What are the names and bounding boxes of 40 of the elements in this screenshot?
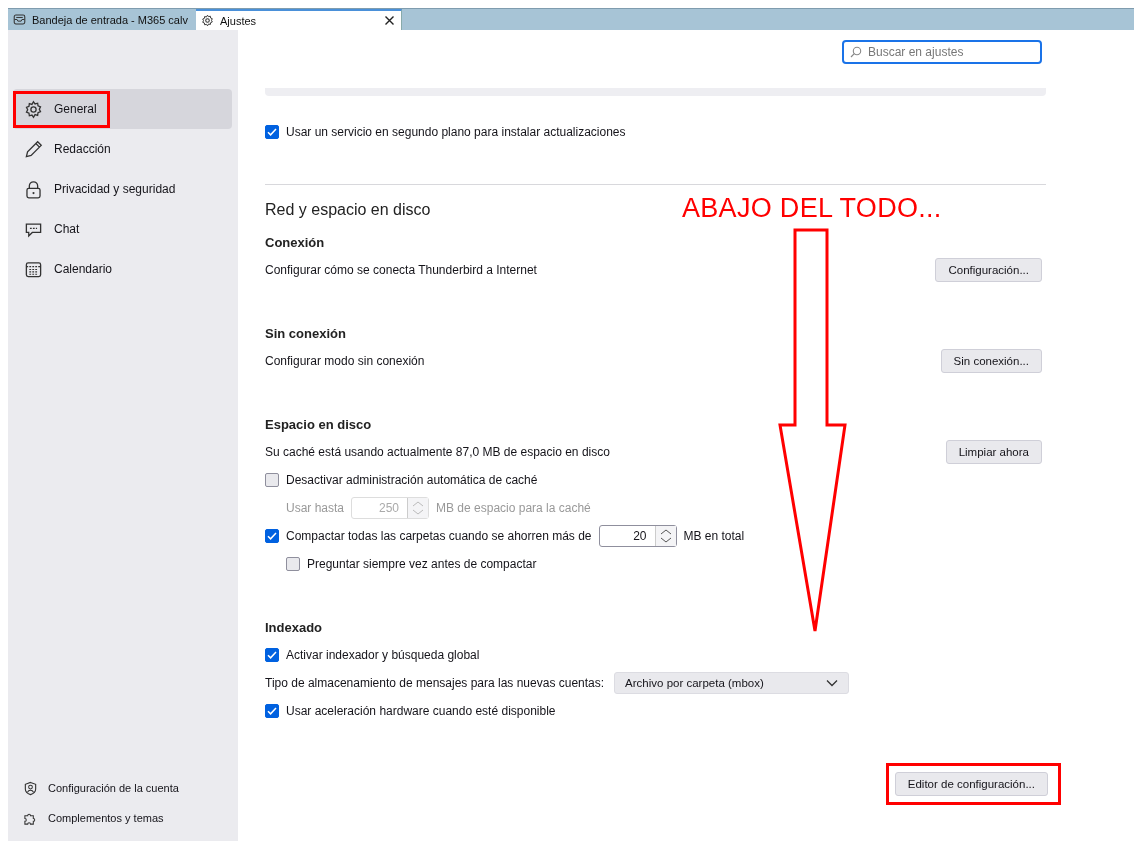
action-button[interactable]: Limpiar ahora <box>945 440 1042 464</box>
group-heading: Espacio en disco <box>265 416 373 432</box>
action-button[interactable]: Configuración... <box>935 258 1042 282</box>
section-title: Red y espacio en disco <box>265 201 431 219</box>
sidebar-link[interactable]: Complementos y temas <box>13 803 232 833</box>
action-button[interactable]: Sin conexión... <box>940 349 1042 373</box>
group-description: Configurar cómo se conecta Thunderbird a Internet <box>265 263 537 277</box>
number-field[interactable]: 20 <box>598 525 677 547</box>
sidebar-link[interactable]: Configuración de la cuenta <box>13 773 232 803</box>
annotation-text: ABAJO DEL TODO... <box>682 193 942 224</box>
tab[interactable]: Bandeja de entrada - M365 calv <box>8 9 196 30</box>
config-editor-button[interactable]: Editor de configuración... <box>894 772 1048 796</box>
option-label: Usar aceleración hardware cuando esté disponible <box>286 704 556 718</box>
sidebar-label: General <box>54 102 97 116</box>
unit-label: MB en total <box>683 529 745 543</box>
option-label: Activar indexador y búsqueda global <box>286 648 480 662</box>
sidebar-item[interactable]: Chat <box>13 209 232 249</box>
sidebar-label: Redacción <box>54 142 111 156</box>
option-label: Desactivar administración automática de caché <box>286 473 538 487</box>
group-description: Configurar modo sin conexión <box>265 354 425 368</box>
search-field[interactable]: Buscar en ajustes <box>842 40 1042 64</box>
option-label: Compactar todas las carpetas cuando se ahorren más de <box>286 529 592 543</box>
sidebar-item[interactable]: Calendario <box>13 249 232 289</box>
option-label: Tipo de almacenamiento de mensajes para las nuevas cuentas: <box>265 676 605 690</box>
sidebar-label: Privacidad y seguridad <box>54 182 176 196</box>
sidebar-item[interactable]: Redacción <box>13 129 232 169</box>
option-label: Preguntar siempre vez antes de compactar <box>307 557 537 571</box>
option-label: Usar un servicio en segundo plano para instalar actualizaciones <box>286 125 626 139</box>
sidebar-label: Chat <box>54 222 80 236</box>
unit-label: MB de espacio para la caché <box>436 501 591 515</box>
sidebar-label: Calendario <box>54 262 113 276</box>
group-heading: Indexado <box>265 619 324 635</box>
tab[interactable]: Ajustes <box>196 9 402 30</box>
group-heading: Conexión <box>265 234 326 250</box>
option-label: Usar hasta <box>286 501 345 515</box>
dropdown[interactable]: Archivo por carpeta (mbox) <box>614 672 850 694</box>
sidebar-item[interactable]: General <box>13 89 232 129</box>
group-description: Su caché está usando actualmente 87,0 MB de espacio en disco <box>265 445 610 459</box>
group-heading: Sin conexión <box>265 325 347 341</box>
sidebar-item[interactable]: Privacidad y seguridad <box>13 169 232 209</box>
